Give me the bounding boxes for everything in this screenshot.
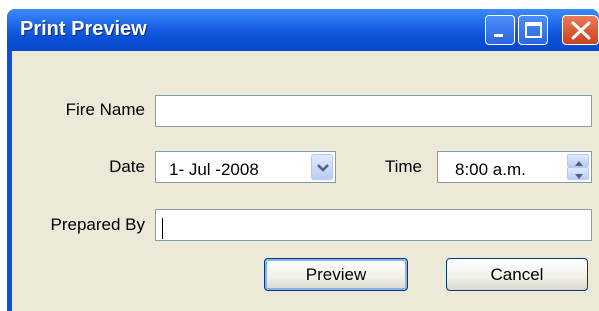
time-value: 8:00 a.m. <box>455 160 526 179</box>
date-dropdown-button[interactable] <box>311 154 333 180</box>
chevron-down-icon <box>317 164 329 172</box>
maximize-button[interactable] <box>518 15 548 45</box>
prepared-by-label: Prepared By <box>50 215 146 234</box>
chevron-down-icon <box>575 174 583 179</box>
title-bar[interactable]: Print Preview <box>7 9 599 51</box>
time-label: Time <box>384 157 422 176</box>
window-title: Print Preview <box>20 18 147 40</box>
dialog-body: Fire Name Date 1- Jul -2008 Time 8:00 a.… <box>12 51 599 311</box>
maximize-icon <box>525 22 542 38</box>
close-button[interactable] <box>562 15 599 45</box>
minimize-button[interactable] <box>485 15 515 45</box>
prepared-by-input[interactable] <box>155 209 592 241</box>
time-spinner[interactable]: 8:00 a.m. <box>437 151 592 183</box>
text-cursor <box>162 218 163 239</box>
time-down-button[interactable] <box>567 167 589 180</box>
minimize-icon <box>494 34 503 37</box>
fire-name-label: Fire Name <box>65 100 145 119</box>
fire-name-input[interactable] <box>155 95 592 127</box>
date-label: Date <box>109 157 145 176</box>
close-icon <box>571 21 591 40</box>
time-up-button[interactable] <box>567 154 589 167</box>
date-value: 1- Jul -2008 <box>169 160 259 179</box>
print-preview-window: Print Preview Fire Name Date 1- Jul -200… <box>7 9 599 311</box>
date-picker[interactable]: 1- Jul -2008 <box>155 151 336 183</box>
cancel-button[interactable]: Cancel <box>446 258 588 291</box>
preview-button[interactable]: Preview <box>264 258 408 291</box>
